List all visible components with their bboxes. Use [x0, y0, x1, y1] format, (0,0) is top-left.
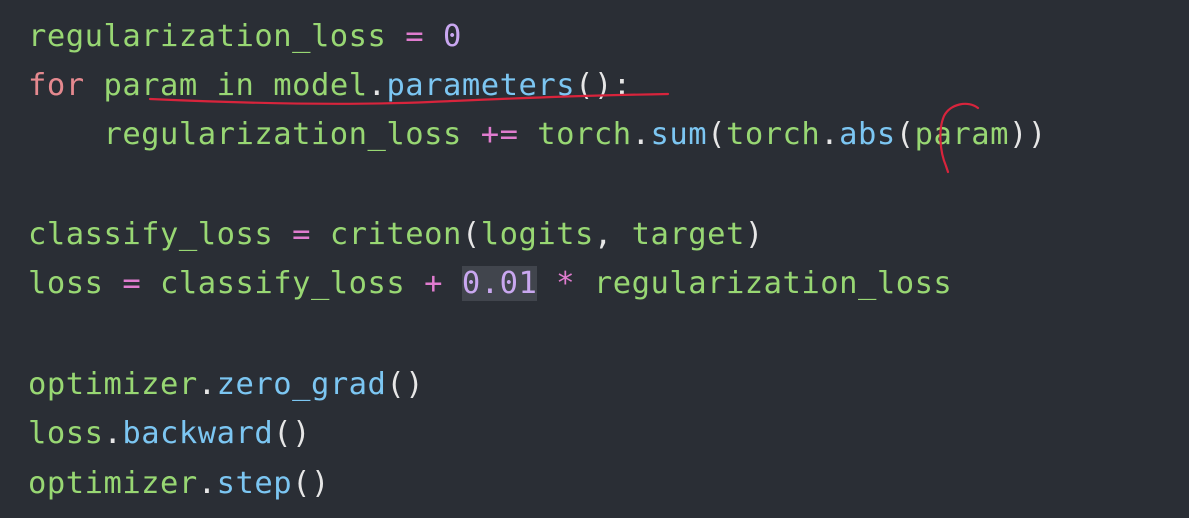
code-screenshot: regularization_loss = 0 for param in mod…: [0, 0, 1189, 518]
token-operator: =: [386, 19, 443, 54]
code-line-1: regularization_loss = 0: [28, 17, 462, 57]
code-line-5: classify_loss = criteon(logits, target): [28, 215, 764, 255]
token-punctuation: (: [461, 217, 481, 252]
token-punctuation: .: [367, 68, 387, 103]
token-identifier: loss: [28, 266, 104, 301]
token-operator: +: [405, 266, 462, 301]
token-identifier: target: [631, 217, 745, 252]
token-identifier: classify_loss: [160, 266, 406, 301]
token-punctuation: ,: [593, 217, 632, 252]
code-line-8: optimizer.zero_grad(): [28, 365, 424, 405]
token-identifier: classify_loss: [28, 217, 274, 252]
token-number-highlighted: 0.01: [461, 266, 538, 301]
token-number: 0: [442, 19, 462, 54]
token-punctuation: .: [197, 367, 217, 402]
token-function: zero_grad: [216, 367, 387, 402]
token-identifier: model: [254, 68, 368, 103]
token-punctuation: (: [707, 117, 726, 152]
token-punctuation: ():: [575, 68, 632, 103]
token-identifier: torch: [537, 117, 632, 152]
token-punctuation: (: [895, 117, 915, 152]
token-punctuation: (): [273, 416, 311, 451]
token-keyword: for: [28, 68, 85, 103]
token-punctuation: .: [631, 117, 651, 152]
code-editor: regularization_loss = 0 for param in mod…: [0, 0, 1189, 518]
token-identifier: param: [914, 117, 1009, 152]
code-line-9: loss.backward(): [28, 414, 311, 454]
code-line-2: for param in model.parameters():: [28, 66, 632, 106]
token-function: sum: [650, 117, 708, 152]
token-identifier: optimizer: [28, 367, 198, 402]
token-punctuation: .: [103, 416, 123, 451]
code-line-6: loss = classify_loss + 0.01 * regulariza…: [28, 264, 952, 304]
token-function: parameters: [386, 68, 576, 103]
token-operator: =: [273, 217, 330, 252]
token-identifier: optimizer: [28, 466, 198, 501]
token-operator: =: [103, 266, 161, 301]
token-punctuation: (): [292, 466, 330, 501]
token-punctuation: (): [386, 367, 425, 402]
token-punctuation: )): [1008, 117, 1047, 152]
token-punctuation: .: [820, 117, 840, 152]
token-identifier: param: [84, 68, 217, 103]
token-identifier: loss: [28, 416, 104, 451]
token-operator: +=: [461, 117, 538, 152]
code-line-3: regularization_loss += torch.sum(torch.a…: [28, 115, 1047, 155]
token-function: abs: [839, 117, 896, 152]
token-punctuation: .: [197, 466, 217, 501]
token-identifier: logits: [480, 217, 594, 252]
token-identifier: criteon: [329, 217, 462, 252]
token-operator: *: [537, 266, 594, 301]
token-identifier: regularization_loss: [593, 266, 953, 301]
token-identifier: regularization_loss: [28, 19, 387, 54]
token-punctuation: ): [744, 217, 764, 252]
token-identifier: regularization_loss: [103, 117, 462, 152]
code-line-10: optimizer.step(): [28, 464, 330, 504]
token-keyword-in: in: [216, 68, 255, 103]
token-function: backward: [122, 416, 274, 451]
token-function: step: [216, 466, 293, 501]
token-identifier: torch: [725, 117, 821, 152]
